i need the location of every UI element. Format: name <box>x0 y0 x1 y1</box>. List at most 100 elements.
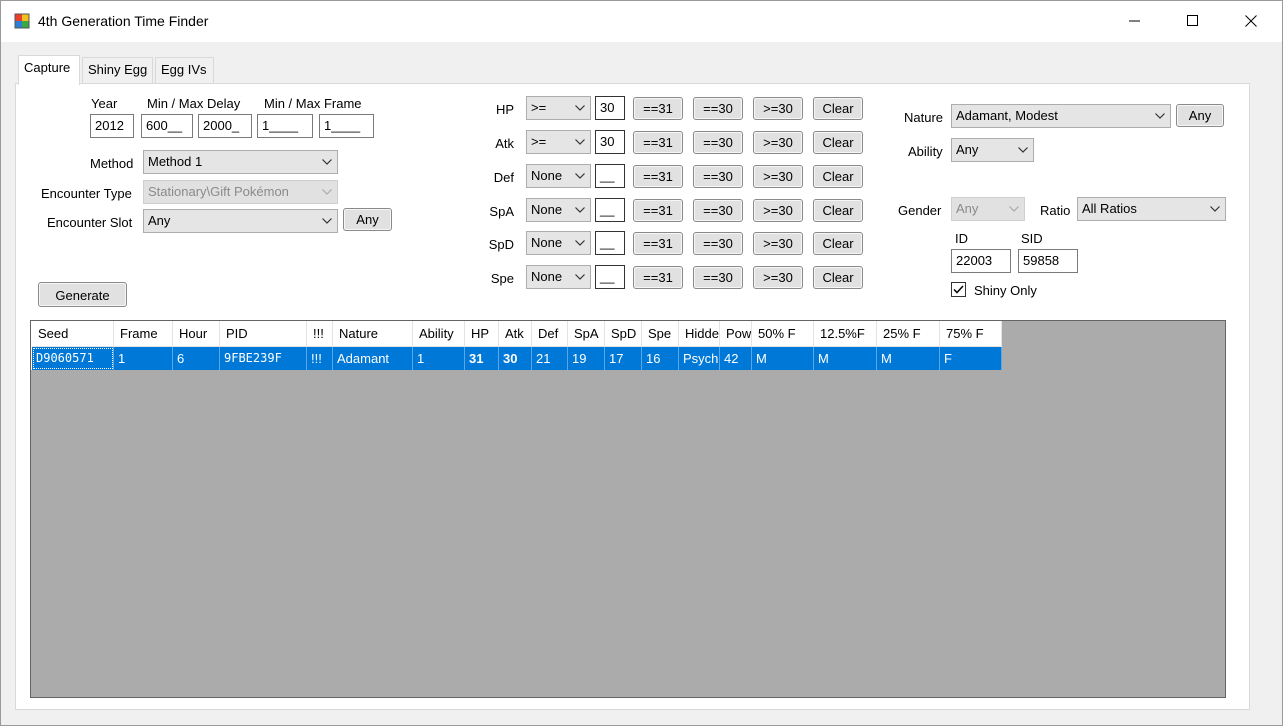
iv-ge30-button-atk[interactable]: >=30 <box>753 131 803 154</box>
ratio-label: Ratio <box>1040 203 1071 218</box>
column-header[interactable]: 25% F <box>877 321 940 347</box>
iv-ge30-button-spa[interactable]: >=30 <box>753 199 803 222</box>
shiny-only-checkbox[interactable] <box>951 282 966 297</box>
column-header[interactable]: Def <box>532 321 568 347</box>
iv-value-hp[interactable]: 30 <box>595 96 625 120</box>
iv-clear-button-spa[interactable]: Clear <box>813 199 863 222</box>
iv-compare-spa[interactable]: None <box>526 198 591 222</box>
iv-eq30-button-spa[interactable]: ==30 <box>693 199 743 222</box>
iv-compare-atk[interactable]: >= <box>526 130 591 154</box>
column-header[interactable]: Spe <box>642 321 679 347</box>
minimize-button[interactable] <box>1106 0 1164 42</box>
column-header[interactable]: Frame <box>114 321 173 347</box>
min-delay-input[interactable]: 600__ <box>141 114 193 138</box>
column-header[interactable]: SpD <box>605 321 642 347</box>
table-cell[interactable]: 17 <box>605 347 642 370</box>
column-header[interactable]: !!! <box>307 321 333 347</box>
table-cell[interactable]: Adamant <box>333 347 413 370</box>
chevron-down-icon <box>575 207 585 213</box>
iv-value-spe[interactable]: __ <box>595 265 625 289</box>
iv-clear-button-def[interactable]: Clear <box>813 165 863 188</box>
id-input[interactable]: 22003 <box>951 249 1011 273</box>
table-cell[interactable]: 9FBE239F <box>220 347 307 370</box>
iv-eq30-button-atk[interactable]: ==30 <box>693 131 743 154</box>
iv-value-spd[interactable]: __ <box>595 231 625 255</box>
iv-eq31-button-atk[interactable]: ==31 <box>633 131 683 154</box>
iv-ge30-button-spe[interactable]: >=30 <box>753 266 803 289</box>
nature-dropdown[interactable]: Adamant, Modest <box>951 104 1171 128</box>
iv-clear-button-spd[interactable]: Clear <box>813 232 863 255</box>
tab-capture[interactable]: Capture <box>18 55 80 85</box>
shiny-only-label[interactable]: Shiny Only <box>974 283 1037 298</box>
table-cell[interactable]: 1 <box>413 347 465 370</box>
iv-ge30-button-spd[interactable]: >=30 <box>753 232 803 255</box>
table-cell[interactable]: 1 <box>114 347 173 370</box>
gender-dropdown: Any <box>951 197 1025 221</box>
ability-dropdown[interactable]: Any <box>951 138 1034 162</box>
iv-compare-spd[interactable]: None <box>526 231 591 255</box>
iv-eq31-button-def[interactable]: ==31 <box>633 165 683 188</box>
column-header[interactable]: PID <box>220 321 307 347</box>
iv-eq31-button-spa[interactable]: ==31 <box>633 199 683 222</box>
max-delay-input[interactable]: 2000_ <box>198 114 252 138</box>
table-cell[interactable]: F <box>940 347 1002 370</box>
iv-eq30-button-hp[interactable]: ==30 <box>693 97 743 120</box>
table-cell[interactable]: 16 <box>642 347 679 370</box>
column-header[interactable]: Hour <box>173 321 220 347</box>
iv-compare-def[interactable]: None <box>526 164 591 188</box>
iv-eq30-button-def[interactable]: ==30 <box>693 165 743 188</box>
iv-clear-button-hp[interactable]: Clear <box>813 97 863 120</box>
sid-input[interactable]: 59858 <box>1018 249 1078 273</box>
column-header[interactable]: Ability <box>413 321 465 347</box>
results-grid[interactable]: Seed Frame Hour PID!!! Nature Ability HP Atk Def… <box>30 320 1226 698</box>
iv-eq31-button-hp[interactable]: ==31 <box>633 97 683 120</box>
iv-eq30-button-spe[interactable]: ==30 <box>693 266 743 289</box>
table-cell[interactable]: 19 <box>568 347 605 370</box>
column-header[interactable]: Atk <box>499 321 532 347</box>
iv-clear-button-spe[interactable]: Clear <box>813 266 863 289</box>
column-header[interactable]: 75% F <box>940 321 1002 347</box>
max-frame-input[interactable]: 1____ <box>319 114 374 138</box>
iv-value-def[interactable]: __ <box>595 164 625 188</box>
table-cell[interactable]: 21 <box>532 347 568 370</box>
table-cell[interactable]: M <box>752 347 814 370</box>
table-cell[interactable]: Psychic <box>679 347 720 370</box>
table-cell[interactable]: !!! <box>307 347 333 370</box>
column-header[interactable]: Power <box>720 321 752 347</box>
ability-label: Ability <box>908 144 943 159</box>
table-cell[interactable]: D9060571 <box>32 347 114 370</box>
column-header[interactable]: Hidden <box>679 321 720 347</box>
tab-shiny-egg[interactable]: Shiny Egg <box>82 57 153 83</box>
tab-egg-ivs[interactable]: Egg IVs <box>155 57 214 83</box>
column-header[interactable]: SpA <box>568 321 605 347</box>
table-cell[interactable]: 30 <box>499 347 532 370</box>
iv-eq31-button-spe[interactable]: ==31 <box>633 266 683 289</box>
close-button[interactable] <box>1222 0 1280 42</box>
table-cell[interactable]: 31 <box>465 347 499 370</box>
maximize-button[interactable] <box>1164 0 1222 42</box>
iv-value-spa[interactable]: __ <box>595 198 625 222</box>
column-header[interactable]: 12.5%F <box>814 321 877 347</box>
column-header[interactable]: Seed <box>32 321 114 347</box>
iv-ge30-button-hp[interactable]: >=30 <box>753 97 803 120</box>
iv-clear-button-atk[interactable]: Clear <box>813 131 863 154</box>
iv-value-atk[interactable]: 30 <box>595 130 625 154</box>
min-frame-input[interactable]: 1____ <box>257 114 313 138</box>
chevron-down-icon <box>1155 113 1165 119</box>
table-cell[interactable]: M <box>877 347 940 370</box>
iv-eq30-button-spd[interactable]: ==30 <box>693 232 743 255</box>
ratio-dropdown[interactable]: All Ratios <box>1077 197 1226 221</box>
table-cell[interactable]: 42 <box>720 347 752 370</box>
table-cell[interactable]: 6 <box>173 347 220 370</box>
iv-ge30-button-def[interactable]: >=30 <box>753 165 803 188</box>
column-header[interactable]: 50% F <box>752 321 814 347</box>
year-input[interactable]: 2012 <box>90 114 134 138</box>
iv-label-spa: SpA <box>489 204 514 219</box>
table-cell[interactable]: M <box>814 347 877 370</box>
iv-compare-spe[interactable]: None <box>526 265 591 289</box>
iv-compare-hp[interactable]: >= <box>526 96 591 120</box>
column-header[interactable]: HP <box>465 321 499 347</box>
iv-eq31-button-spd[interactable]: ==31 <box>633 232 683 255</box>
column-header[interactable]: Nature <box>333 321 413 347</box>
nature-any-button[interactable]: Any <box>1176 104 1224 127</box>
